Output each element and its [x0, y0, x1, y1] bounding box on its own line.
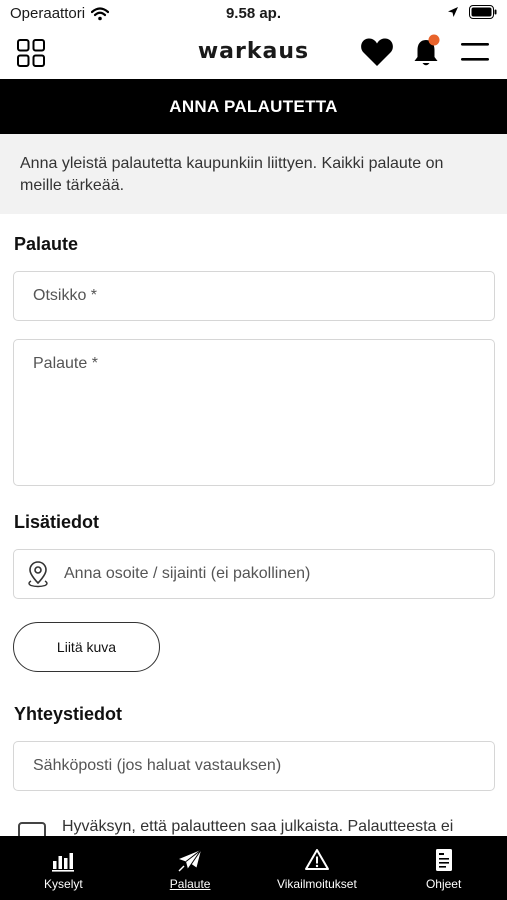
hamburger-menu-icon — [461, 43, 489, 61]
subject-input[interactable]: Otsikko * — [13, 271, 495, 321]
page-title: ANNA PALAUTETTA — [0, 79, 507, 134]
document-icon — [435, 849, 452, 871]
nav-item-ohjeet[interactable]: Ohjeet — [380, 836, 507, 900]
notification-dot — [428, 34, 440, 46]
intro-text: Anna yleistä palautetta kaupunkiin liitt… — [0, 134, 507, 214]
bar-chart-icon — [52, 853, 75, 872]
subject-placeholder: Otsikko * — [33, 287, 98, 304]
bell-icon — [414, 34, 440, 66]
attach-image-button[interactable]: Liitä kuva — [13, 622, 160, 672]
location-placeholder: Anna osoite / sijainti (ei pakollinen) — [64, 565, 311, 582]
nav-label-ohjeet: Ohjeet — [425, 877, 462, 891]
location-arrow-icon — [448, 7, 458, 17]
location-input[interactable]: Anna osoite / sijainti (ei pakollinen) — [13, 549, 495, 599]
menu-button[interactable] — [460, 40, 490, 64]
heart-icon — [361, 38, 393, 66]
notifications-button[interactable] — [412, 34, 442, 68]
battery-icon — [469, 5, 497, 19]
favorites-button[interactable] — [360, 36, 394, 68]
nav-item-kyselyt[interactable]: Kyselyt — [0, 836, 127, 900]
clock: 9.58 ap. — [225, 5, 282, 22]
status-right — [447, 5, 497, 19]
warning-icon — [304, 849, 329, 870]
paper-plane-icon — [178, 849, 202, 872]
nav-item-vikailmoitukset[interactable]: Vikailmoitukset — [254, 836, 381, 900]
status-bar: Operaattori 9.58 ap. — [0, 0, 507, 28]
feedback-placeholder: Palaute * — [33, 355, 98, 372]
email-field[interactable]: Sähköposti (jos haluat vastauksen) — [13, 741, 495, 791]
bottom-navigation: Kyselyt Palaute Vikailmoitukset Ohjeet — [0, 836, 507, 900]
contact-section-title: Yhteystiedot — [14, 704, 123, 724]
email-placeholder: Sähköposti (jos haluat vastauksen) — [33, 757, 282, 774]
extra-info-section-title: Lisätiedot — [14, 512, 100, 532]
app-header: warkaus — [0, 28, 507, 78]
feedback-textarea[interactable]: Palaute * — [13, 339, 495, 486]
nav-label-vikailmoitukset: Vikailmoitukset — [276, 877, 357, 891]
nav-label-palaute: Palaute — [169, 877, 211, 891]
nav-label-kyselyt: Kyselyt — [44, 877, 83, 891]
feedback-section-title: Palaute — [14, 234, 79, 254]
map-pin-icon — [28, 561, 48, 588]
nav-item-palaute[interactable]: Palaute — [127, 836, 254, 900]
